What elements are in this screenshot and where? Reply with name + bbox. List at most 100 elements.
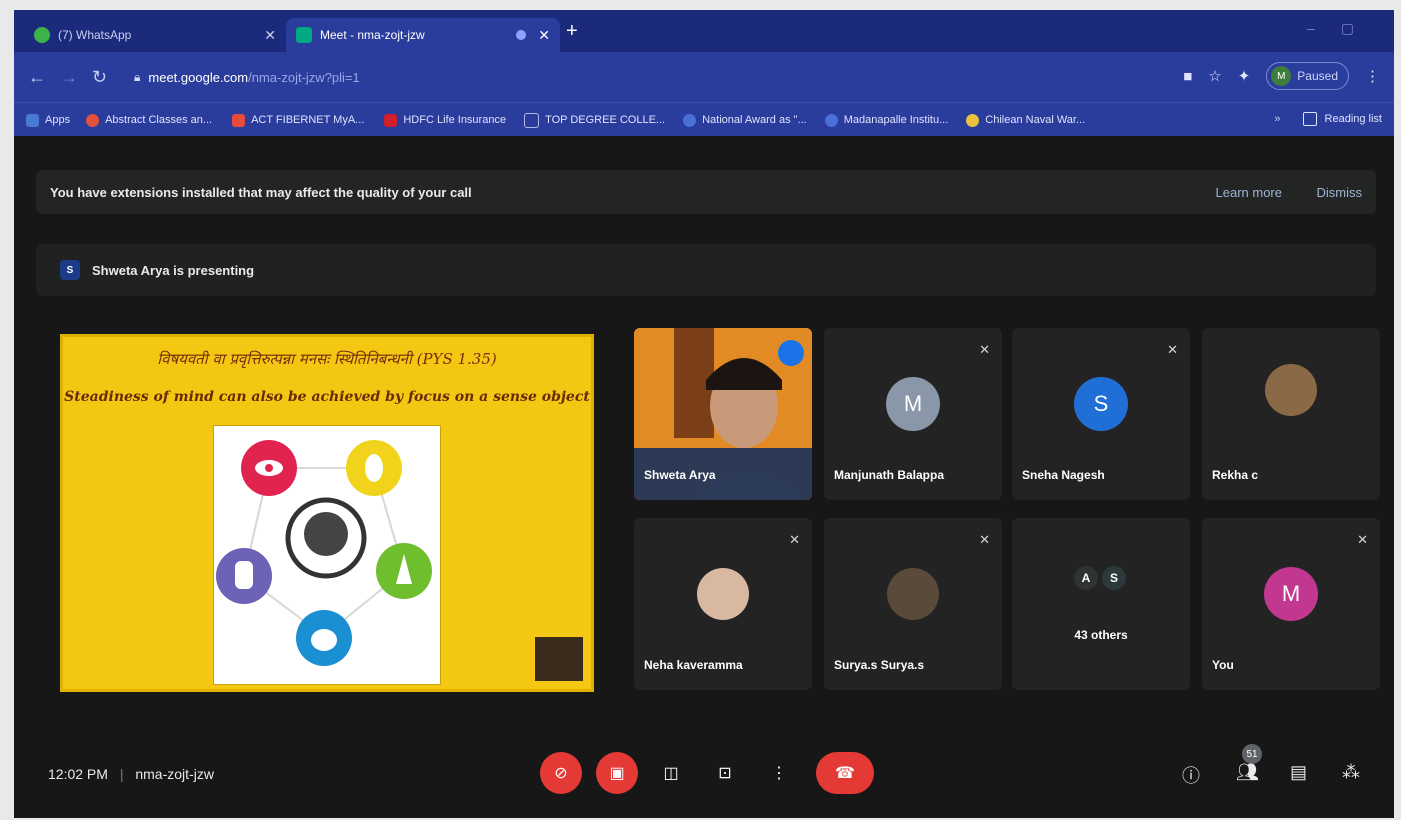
participant-name: Rekha c xyxy=(1212,468,1259,482)
bookmark-item[interactable]: Chilean Naval War... xyxy=(966,113,1086,127)
bookmark-item[interactable]: HDFC Life Insurance xyxy=(384,113,507,127)
tab-strip: (7) WhatsApp ✕ Meet - nma-zojt-jzw ✕ + –… xyxy=(14,10,1394,52)
participant-tile-shweta[interactable]: Shweta Arya xyxy=(634,328,812,500)
bookmark-label: Abstract Classes an... xyxy=(105,114,213,126)
recording-indicator-icon xyxy=(516,30,527,40)
mic-toggle-button[interactable]: ⊘ xyxy=(540,752,582,794)
bookmark-item[interactable]: Abstract Classes an... xyxy=(86,113,213,127)
eye-icon xyxy=(241,440,297,496)
more-bookmarks-icon[interactable]: » xyxy=(1274,113,1280,125)
bookmark-item[interactable]: ACT FIBERNET MyA... xyxy=(232,113,365,127)
profile-button[interactable]: M Paused xyxy=(1266,62,1349,90)
avatar xyxy=(697,567,749,620)
camera-toggle-button[interactable]: ▣ xyxy=(596,752,638,794)
tab-label: (7) WhatsApp xyxy=(58,28,132,42)
bookmark-label: ACT FIBERNET MyA... xyxy=(251,114,365,126)
hand-icon xyxy=(216,548,272,604)
extensions-warning-banner: You have extensions installed that may a… xyxy=(36,170,1376,214)
slide-english-title: Steadiness of mind can also be achieved … xyxy=(64,389,590,405)
brain-icon xyxy=(285,497,367,579)
bookmark-label: HDFC Life Insurance xyxy=(403,114,507,126)
participant-name: Shweta Arya xyxy=(644,468,716,482)
participant-tile-surya[interactable]: ✕ Surya.s Surya.s xyxy=(824,518,1002,690)
new-tab-button[interactable]: + xyxy=(566,20,578,43)
captions-button[interactable]: ◫ xyxy=(650,752,692,794)
participant-tile-sneha[interactable]: ✕ S Sneha Nagesh xyxy=(1012,328,1190,500)
meeting-controls-bar: 12:02 PM | nma-zojt-jzw ⊘ ▣ ◫ ⊡ ⋮ ☎ ⓘ 51… xyxy=(14,734,1394,818)
more-options-button[interactable]: ⋮ xyxy=(758,752,800,794)
whatsapp-icon xyxy=(34,27,50,43)
bookmark-item[interactable]: Madanapalle Institu... xyxy=(824,113,948,127)
address-bar[interactable]: 🔒︎ meet.google.com /nma-zojt-jzw?pli=1 xyxy=(134,61,1134,93)
forward-icon[interactable]: → xyxy=(60,67,78,88)
avatar: S xyxy=(1102,566,1126,590)
avatar xyxy=(887,567,939,620)
profile-status: Paused xyxy=(1297,69,1338,83)
presentation-slide[interactable]: विषयवती वा प्रवृत्तिरुत्पन्ना मनसः स्थित… xyxy=(60,334,594,692)
captions-icon: ◫ xyxy=(663,765,679,782)
meeting-details-button[interactable]: ⓘ xyxy=(1182,762,1200,788)
reading-list-button[interactable]: Reading list xyxy=(1325,113,1382,125)
extensions-icon[interactable]: ✦ xyxy=(1238,67,1251,85)
url-path: /nma-zojt-jzw?pli=1 xyxy=(248,69,360,85)
present-button[interactable]: ⊡ xyxy=(704,752,746,794)
bookmark-favicon-icon xyxy=(824,113,838,127)
senses-diagram xyxy=(213,425,441,685)
chat-button[interactable]: ▤ xyxy=(1290,762,1307,783)
bookmark-favicon-icon xyxy=(384,113,398,127)
clock: 12:02 PM xyxy=(48,766,108,782)
meeting-code: nma-zojt-jzw xyxy=(135,766,214,782)
window-controls[interactable]: –▢ xyxy=(1307,20,1380,37)
bookmark-favicon-icon xyxy=(966,113,980,127)
slide-sanskrit-title: विषयवती वा प्रवृत्तिरुत्पन्ना मनसः स्थित… xyxy=(157,350,497,368)
camera-off-icon: ▣ xyxy=(609,765,625,782)
bookmark-apps[interactable]: Apps xyxy=(26,113,70,127)
participant-name: Sneha Nagesh xyxy=(1022,468,1105,482)
phone-hangup-icon: ☎ xyxy=(835,765,855,782)
leave-call-button[interactable]: ☎ xyxy=(816,752,874,794)
bookmark-item[interactable]: National Award as "... xyxy=(683,113,807,127)
presenting-bar: S Shweta Arya is presenting xyxy=(36,244,1376,296)
divider: | xyxy=(119,766,124,782)
close-icon[interactable]: ✕ xyxy=(538,27,550,44)
dismiss-button[interactable]: Dismiss xyxy=(1317,185,1363,200)
tab-meet[interactable]: Meet - nma-zojt-jzw ✕ xyxy=(286,18,560,52)
camera-icon[interactable]: ■ xyxy=(1183,68,1192,85)
tongue-icon xyxy=(296,610,352,666)
bookmark-label: Chilean Naval War... xyxy=(985,114,1086,126)
back-icon[interactable]: ← xyxy=(28,67,46,88)
reading-list-icon xyxy=(1302,112,1317,126)
participant-tile-rekha[interactable]: Rekha c xyxy=(1202,328,1380,500)
tab-whatsapp[interactable]: (7) WhatsApp ✕ xyxy=(24,18,286,52)
meet-stage: You have extensions installed that may a… xyxy=(14,136,1394,818)
participant-tile-manjunath[interactable]: ✕ M Manjunath Balappa xyxy=(824,328,1002,500)
bookmark-favicon-icon xyxy=(86,113,100,127)
learn-more-link[interactable]: Learn more xyxy=(1216,185,1282,200)
participant-name: Manjunath Balappa xyxy=(834,468,945,482)
mic-off-icon: ⊘ xyxy=(554,765,568,782)
meet-icon xyxy=(296,27,312,43)
participant-name: You xyxy=(1212,658,1234,672)
bookmark-item[interactable]: TOP DEGREE COLLE... xyxy=(524,112,665,128)
activities-button[interactable]: ⁂ xyxy=(1342,762,1360,783)
avatar: M xyxy=(1271,66,1292,86)
participant-tile-you[interactable]: ✕ M You xyxy=(1202,518,1380,690)
speaking-indicator-icon xyxy=(778,340,804,366)
banner-message: You have extensions installed that may a… xyxy=(50,184,472,200)
reload-icon[interactable]: ↻ xyxy=(92,67,107,88)
bookmark-favicon-icon xyxy=(232,113,246,127)
participant-tile-others[interactable]: A S 43 others xyxy=(1012,518,1190,690)
present-screen-icon: ⊡ xyxy=(718,765,732,782)
mic-off-icon: ✕ xyxy=(1167,342,1178,357)
mic-off-icon: ✕ xyxy=(979,342,990,357)
menu-icon[interactable]: ⋮ xyxy=(1365,67,1380,85)
participant-tile-neha[interactable]: ✕ Neha kaveramma xyxy=(634,518,812,690)
nose-icon xyxy=(376,543,432,599)
bookmarks-right: » Reading list xyxy=(1274,112,1382,126)
people-button[interactable]: 👥︎ xyxy=(1236,762,1259,783)
close-icon[interactable]: ✕ xyxy=(264,27,276,44)
presenter-thumbnail xyxy=(535,637,583,681)
bookmark-star-icon[interactable]: ☆ xyxy=(1208,67,1221,85)
others-count: 43 others xyxy=(1074,628,1128,642)
participant-name: Neha kaveramma xyxy=(644,658,743,672)
